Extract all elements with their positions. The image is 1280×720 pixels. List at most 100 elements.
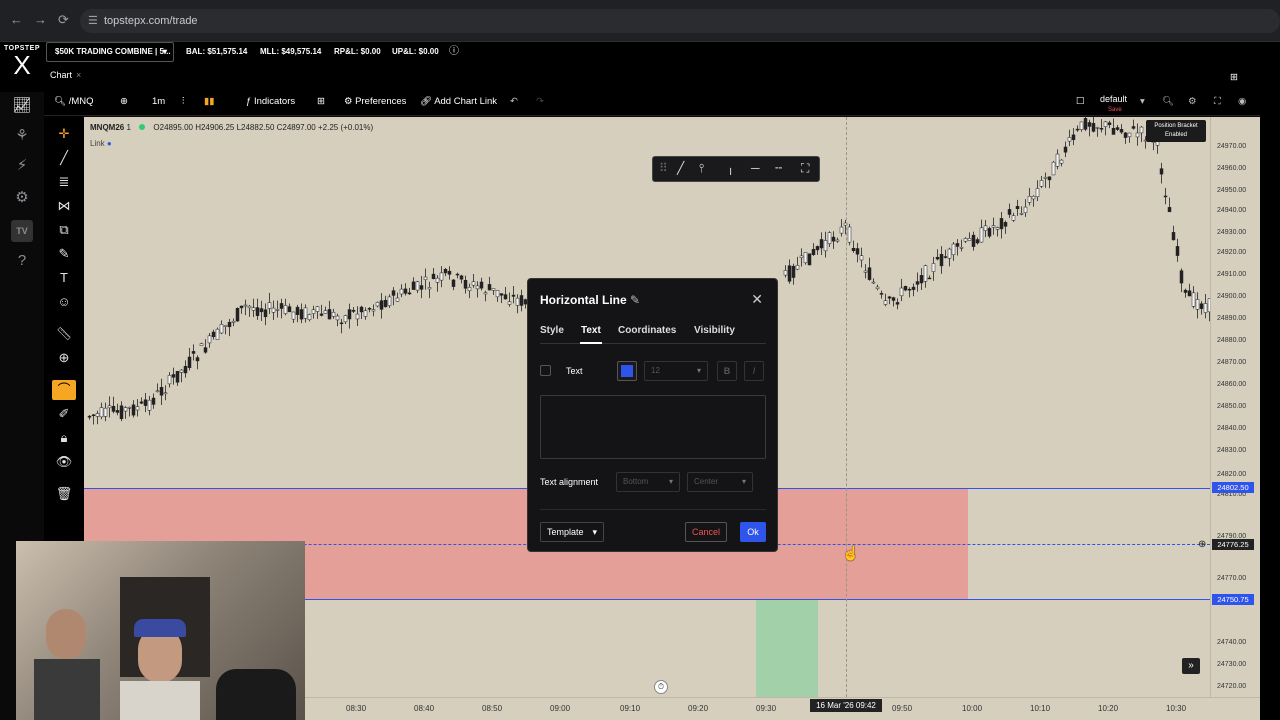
bold-button[interactable]: B (717, 361, 737, 381)
site-settings-icon[interactable]: ☰ (88, 9, 98, 33)
magnet-tool-icon[interactable]: ⌒ (52, 380, 76, 400)
preferences-button[interactable]: ⚙ Preferences (344, 96, 406, 108)
position-bracket-badge[interactable]: Position Bracket Enabled (1146, 120, 1206, 142)
back-icon[interactable]: ← (10, 12, 23, 27)
candle-body (847, 226, 852, 243)
zoom-tool-icon[interactable]: ⊕ (52, 348, 76, 368)
emoji-tool-icon[interactable]: ☺ (52, 292, 76, 312)
close-icon[interactable]: ✕ (751, 291, 763, 308)
camera-icon[interactable]: ◉ (1238, 96, 1246, 108)
info-icon[interactable]: ⓘ (449, 42, 459, 62)
ok-button[interactable]: Ok (740, 522, 766, 542)
text-tool-icon[interactable]: T (52, 268, 76, 288)
color-fill (621, 365, 633, 377)
settings-icon[interactable]: ⚙ (1188, 96, 1197, 108)
text-checkbox[interactable] (540, 365, 551, 376)
settings-icon[interactable]: ⚙ (11, 188, 33, 210)
price-axis[interactable]: 24970.00 24960.00 24950.00 24940.00 24930.00… (1210, 117, 1260, 712)
brush-tool-icon[interactable]: ✎ (52, 244, 76, 264)
scroll-to-realtime-button[interactable]: » (1182, 658, 1200, 674)
redo-icon[interactable]: ↷ (536, 96, 544, 108)
drag-handle-icon[interactable]: ⠿ (659, 161, 668, 175)
price-axis-label: 24850.00 (1217, 403, 1247, 410)
add-order-icon[interactable]: ⊕ (1198, 539, 1206, 550)
text-input[interactable] (540, 395, 766, 459)
users-icon[interactable]: ⚘ (11, 126, 33, 148)
add-panel-icon[interactable]: ⊞ (1230, 72, 1238, 84)
horizontal-align-select[interactable]: Center ▾ (687, 472, 753, 492)
tradingview-icon[interactable]: TV (11, 220, 33, 242)
rectangle-zone-green[interactable] (756, 599, 818, 697)
width-icon[interactable]: ─ (751, 161, 760, 175)
tab-style[interactable]: Style (540, 325, 564, 336)
undo-icon[interactable]: ↶ (510, 96, 518, 108)
font-size-select[interactable]: 12 ▾ (644, 361, 708, 381)
interval-button[interactable]: 1m (152, 96, 165, 108)
trash-icon[interactable]: 🗑︎ (52, 484, 76, 504)
vertical-align-value: Bottom (623, 477, 649, 486)
dash-icon[interactable]: ╌ (775, 161, 782, 175)
candle-body (351, 309, 356, 312)
cancel-button[interactable]: Cancel (685, 522, 727, 542)
candle-body (315, 306, 320, 312)
line-style-icon[interactable]: ╱ (677, 161, 684, 175)
chart-icon[interactable]: 📈︎ (11, 96, 33, 118)
candle-body (1015, 205, 1020, 210)
account-select[interactable]: $50K TRADING COMBINE | 5... ▾ (46, 42, 174, 62)
vertical-align-select[interactable]: Bottom ▾ (616, 472, 680, 492)
candle-body (151, 397, 156, 405)
candle-body (303, 307, 308, 319)
candle-body (307, 314, 312, 320)
add-symbol-icon[interactable]: ⊕ (120, 96, 128, 108)
tab-chart[interactable]: Chart × (50, 70, 81, 80)
candles-icon[interactable]: ▮▮ (204, 96, 214, 108)
replay-icon[interactable]: ⏱ (654, 680, 668, 694)
layout-save[interactable]: Save (1108, 104, 1122, 116)
forward-icon[interactable]: → (34, 12, 47, 27)
webcam-person2-cap (134, 619, 186, 637)
template-button[interactable]: Template ▾ (540, 522, 604, 542)
bar-type-icon[interactable]: ⫶ (182, 96, 184, 108)
ruler-tool-icon[interactable]: 📏︎ (52, 324, 76, 344)
pencil-icon[interactable]: ✎ (630, 293, 640, 307)
tab-visibility[interactable]: Visibility (694, 325, 735, 336)
italic-button[interactable]: I (744, 361, 764, 381)
candle-body (327, 309, 332, 320)
tab-text[interactable]: Text (581, 325, 601, 336)
candle-body (1083, 118, 1088, 130)
candle-body (807, 253, 812, 266)
add-chart-link-button[interactable]: 🔗︎ Add Chart Link (420, 96, 497, 108)
chevron-down-icon[interactable]: ▾ (1140, 96, 1145, 108)
price-axis-label: 24860.00 (1217, 381, 1247, 388)
indicators-button[interactable]: ƒ Indicators (246, 96, 295, 108)
price-tag-current: 24776.25 (1212, 539, 1254, 550)
signals-icon[interactable]: ⚡︎ (11, 156, 33, 178)
pattern-tool-icon[interactable]: ⋈ (52, 196, 76, 216)
more-icon[interactable]: ⛶ (801, 161, 809, 176)
close-icon[interactable]: × (76, 70, 81, 80)
zoom-icon[interactable]: 🔍︎ (1162, 96, 1174, 108)
templates-icon[interactable]: ⊞ (317, 96, 325, 108)
layout-icon[interactable]: ☐ (1076, 96, 1085, 108)
help-icon[interactable]: ? (11, 252, 33, 274)
candle-body (1071, 134, 1076, 140)
projection-tool-icon[interactable]: ⧉ (52, 220, 76, 240)
symbol-search[interactable]: 🔍︎ /MNQ (54, 96, 94, 108)
color-icon[interactable]: ⫯ (699, 161, 704, 176)
link-label[interactable]: Link ● (90, 139, 112, 148)
candle-body (875, 286, 880, 290)
text-color-swatch[interactable] (617, 361, 637, 381)
crosshair-tool-icon[interactable]: ✛ (52, 124, 76, 144)
lock-icon[interactable]: 🔒︎ (52, 428, 76, 448)
candle-body (951, 243, 956, 255)
fullscreen-icon[interactable]: ⛶ (1214, 96, 1221, 108)
vertical-line-icon[interactable]: ╷ (727, 161, 734, 175)
tab-coordinates[interactable]: Coordinates (618, 325, 676, 336)
stay-drawing-icon[interactable]: ✐ (52, 404, 76, 424)
trendline-tool-icon[interactable]: ╱ (52, 148, 76, 168)
address-bar[interactable]: ☰ topstepx.com/trade (80, 9, 1280, 33)
reload-icon[interactable]: ⟳ (58, 12, 69, 28)
candle-body (159, 387, 164, 396)
fib-tool-icon[interactable]: ≣ (52, 172, 76, 192)
eye-icon[interactable]: 👁︎ (52, 452, 76, 472)
